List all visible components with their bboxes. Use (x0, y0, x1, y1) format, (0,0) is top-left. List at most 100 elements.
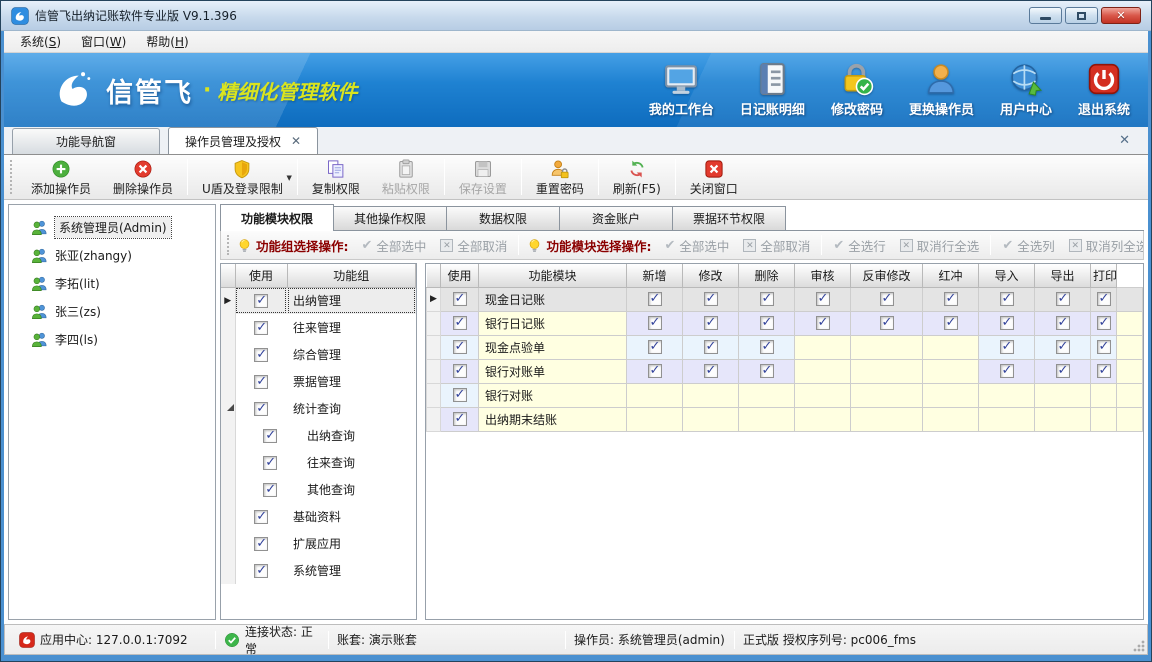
checkbox-checked[interactable] (704, 364, 718, 378)
checkbox-checked[interactable] (704, 316, 718, 330)
tree-item-operator[interactable]: 张三(zs) (9, 297, 215, 325)
tab-close-icon[interactable]: ✕ (291, 134, 301, 148)
column-header[interactable]: 使用 (235, 264, 287, 287)
checkbox-checked[interactable] (263, 483, 277, 497)
permission-cell-checked[interactable] (979, 335, 1035, 359)
column-header[interactable]: 导出 (1035, 264, 1091, 287)
checkbox-checked[interactable] (816, 292, 830, 306)
banner-action-workbench[interactable]: 我的工作台 (649, 62, 714, 118)
toolbar-button-reset-password[interactable]: 重置密码 (525, 156, 595, 198)
column-header[interactable]: 使用 (441, 264, 479, 287)
permission-cell-checked[interactable] (683, 311, 739, 335)
toolbar-button-close-window[interactable]: 关闭窗口 (679, 156, 749, 198)
checkbox-checked[interactable] (648, 340, 662, 354)
selection-button[interactable]: ✕全部取消 (743, 236, 810, 255)
selection-button[interactable]: ✕取消行全选 (900, 236, 980, 255)
permission-cell-checked[interactable] (683, 335, 739, 359)
column-header[interactable]: 删除 (739, 264, 795, 287)
column-header[interactable]: 审核 (795, 264, 851, 287)
checkbox-checked[interactable] (1000, 292, 1014, 306)
permission-cell-checked[interactable] (1035, 359, 1091, 383)
selection-button[interactable]: ✕全部取消 (440, 236, 507, 255)
toolbar-button-copy-permission[interactable]: 复制权限 (301, 156, 371, 198)
checkbox-checked[interactable] (816, 316, 830, 330)
checkbox-checked[interactable] (1097, 316, 1111, 330)
checkbox-checked[interactable] (453, 364, 467, 378)
toolbar-button-delete-operator[interactable]: 删除操作员 (102, 156, 184, 198)
group-grid-row[interactable]: 其他查询 (221, 476, 416, 503)
column-header[interactable]: 红冲 (923, 264, 979, 287)
module-grid-row[interactable]: 银行对账单 (427, 359, 1143, 383)
checkbox-checked[interactable] (254, 321, 268, 335)
permission-cell-checked[interactable] (627, 287, 683, 311)
checkbox-checked[interactable] (1000, 340, 1014, 354)
minimize-button[interactable] (1029, 7, 1062, 24)
permission-cell-checked[interactable] (795, 287, 851, 311)
group-grid-row[interactable]: 统计查询 (221, 395, 416, 422)
permission-cell-checked[interactable] (795, 311, 851, 335)
checkbox-checked[interactable] (1056, 316, 1070, 330)
checkbox-checked[interactable] (453, 388, 467, 402)
expand-triangle-icon[interactable] (227, 404, 234, 411)
group-grid-row[interactable]: 基础资料 (221, 503, 416, 530)
checkbox-checked[interactable] (254, 510, 268, 524)
checkbox-checked[interactable] (760, 340, 774, 354)
checkbox-checked[interactable] (704, 292, 718, 306)
group-grid-row[interactable]: ▶出纳管理 (221, 287, 416, 314)
checkbox-checked[interactable] (453, 412, 467, 426)
checkbox-checked[interactable] (760, 364, 774, 378)
selection-button[interactable]: ✔全选列 (1002, 236, 1054, 255)
selection-button[interactable]: ✔全部选中 (664, 236, 729, 255)
perm-tab[interactable]: 功能模块权限 (220, 204, 334, 231)
checkbox-checked[interactable] (944, 316, 958, 330)
maximize-button[interactable] (1065, 7, 1098, 24)
column-header[interactable]: 功能组 (287, 264, 416, 287)
toolbar-button-refresh[interactable]: 刷新(F5) (602, 156, 672, 198)
group-grid-row[interactable]: 往来查询 (221, 449, 416, 476)
checkbox-checked[interactable] (760, 292, 774, 306)
checkbox-checked[interactable] (263, 456, 277, 470)
checkbox-checked[interactable] (648, 364, 662, 378)
group-grid-row[interactable]: 系统管理 (221, 557, 416, 584)
group-grid-row[interactable]: 票据管理 (221, 368, 416, 395)
group-grid-row[interactable]: 出纳查询 (221, 422, 416, 449)
module-grid-row[interactable]: 银行对账 (427, 383, 1143, 407)
selection-button[interactable]: ✔全选行 (833, 236, 885, 255)
column-header[interactable]: 导入 (979, 264, 1035, 287)
banner-action-journal[interactable]: 日记账明细 (740, 62, 805, 118)
permission-cell-checked[interactable] (739, 287, 795, 311)
permission-cell-checked[interactable] (851, 287, 923, 311)
permission-cell-checked[interactable] (1035, 335, 1091, 359)
checkbox-checked[interactable] (453, 340, 467, 354)
permission-cell-checked[interactable] (1091, 311, 1117, 335)
checkbox-checked[interactable] (880, 292, 894, 306)
permission-cell-checked[interactable] (979, 311, 1035, 335)
permission-cell-checked[interactable] (739, 311, 795, 335)
column-header[interactable]: 新增 (627, 264, 683, 287)
module-grid-row[interactable]: 出纳期末结账 (427, 407, 1143, 431)
tabstrip-close-icon[interactable]: ✕ (1119, 133, 1130, 148)
perm-tab[interactable]: 票据环节权限 (672, 206, 786, 231)
checkbox-checked[interactable] (648, 292, 662, 306)
permission-cell-checked[interactable] (683, 359, 739, 383)
checkbox-checked[interactable] (760, 316, 774, 330)
checkbox-checked[interactable] (1056, 340, 1070, 354)
checkbox-checked[interactable] (1000, 364, 1014, 378)
banner-action-exit-system[interactable]: 退出系统 (1078, 62, 1130, 118)
permission-cell-checked[interactable] (627, 335, 683, 359)
permission-cell-checked[interactable] (1035, 311, 1091, 335)
menu-item[interactable]: 窗口(W) (71, 31, 136, 52)
tree-item-operator[interactable]: 系统管理员(Admin) (9, 213, 215, 241)
checkbox-checked[interactable] (254, 564, 268, 578)
permission-cell-checked[interactable] (1091, 359, 1117, 383)
checkbox-checked[interactable] (1056, 292, 1070, 306)
banner-action-user-center[interactable]: 用户中心 (1000, 62, 1052, 118)
toolbar-button-ushield[interactable]: U盾及登录限制▼ (191, 156, 294, 198)
checkbox-checked[interactable] (648, 316, 662, 330)
tree-item-operator[interactable]: 李拓(lit) (9, 269, 215, 297)
group-grid-row[interactable]: 综合管理 (221, 341, 416, 368)
checkbox-checked[interactable] (254, 402, 268, 416)
permission-cell-checked[interactable] (739, 359, 795, 383)
column-header[interactable]: 反审修改 (851, 264, 923, 287)
checkbox-checked[interactable] (880, 316, 894, 330)
